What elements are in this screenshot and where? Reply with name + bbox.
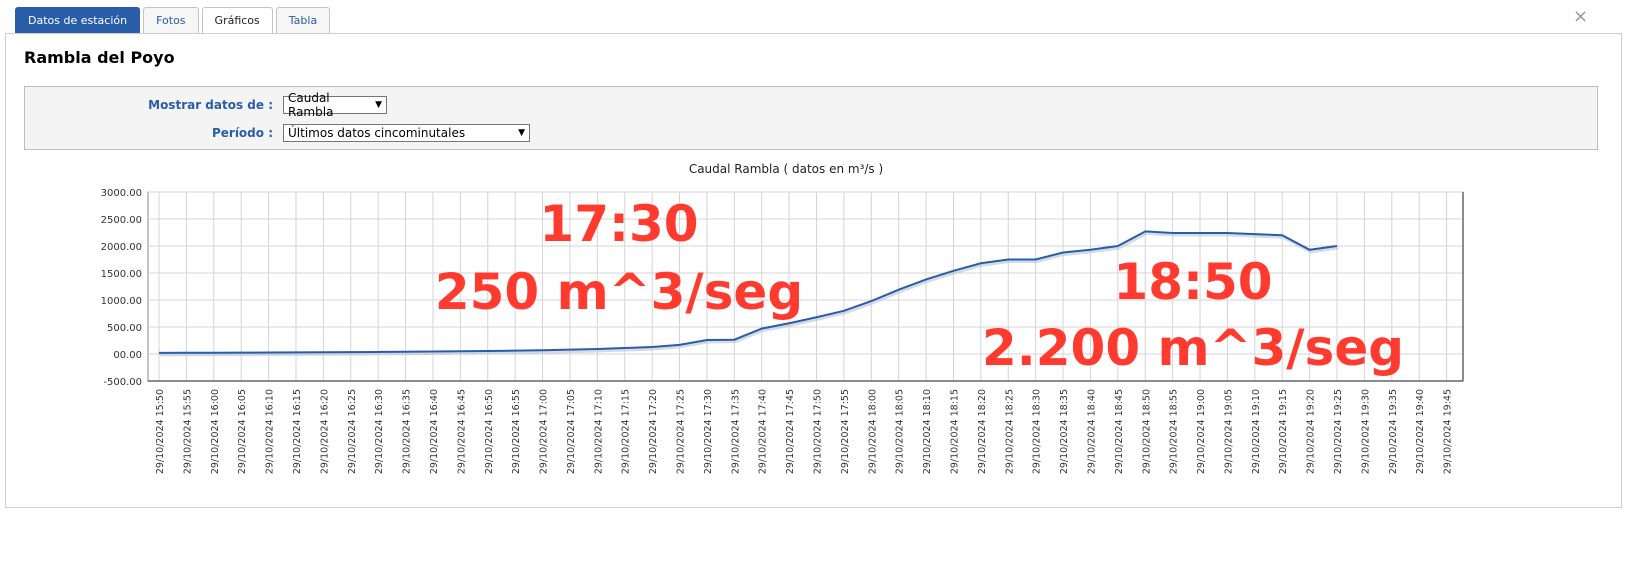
x-tick-label: 29/10/2024 19:00 [1196,389,1207,474]
x-tick-label: 29/10/2024 18:15 [949,389,960,474]
x-tick-label: 29/10/2024 16:25 [347,389,358,474]
x-tick-label: 29/10/2024 15:55 [182,389,193,474]
x-tick-label: 29/10/2024 17:45 [785,389,796,474]
y-tick-label: 1000.00 [101,296,142,307]
x-tick-label: 29/10/2024 16:00 [210,389,221,474]
x-tick-label: 29/10/2024 16:20 [319,389,330,474]
data-select[interactable]: Caudal Rambla ▼ [283,91,387,119]
data-select-value: Caudal Rambla [288,91,334,119]
y-tick-label: 00.00 [113,350,142,361]
x-tick-label: 29/10/2024 18:20 [977,389,988,474]
x-tick-label: 29/10/2024 17:55 [840,389,851,474]
filter-row-period: Período : Últimos datos cincominutales ▼ [25,124,530,142]
x-tick-label: 29/10/2024 17:05 [566,389,577,474]
annotation-value-2: 2.200 m^3/seg [982,319,1404,377]
y-tick-label: 3000.00 [101,188,142,199]
filter-box: Mostrar datos de : Caudal Rambla ▼ Perío… [24,86,1598,150]
chevron-down-icon: ▼ [518,128,525,138]
x-tick-label: 29/10/2024 17:15 [621,389,632,474]
x-tick-label: 29/10/2024 16:40 [429,389,440,474]
x-tick-label: 29/10/2024 17:10 [593,389,604,474]
x-tick-label: 29/10/2024 19:15 [1278,389,1289,474]
x-tick-label: 29/10/2024 19:10 [1251,389,1262,474]
y-tick-label: 500.00 [107,323,142,334]
x-tick-label: 29/10/2024 17:20 [648,389,659,474]
tab-fotos[interactable]: Fotos [143,7,199,34]
x-tick-label: 29/10/2024 16:05 [237,389,248,474]
x-tick-label: 29/10/2024 19:30 [1360,389,1371,474]
x-tick-label: 29/10/2024 16:30 [374,389,385,474]
x-tick-label: 29/10/2024 15:50 [155,389,166,474]
close-icon[interactable]: × [1573,6,1588,27]
y-tick-label: 2500.00 [101,215,142,226]
x-tick-label: 29/10/2024 16:35 [402,389,413,474]
x-tick-label: 29/10/2024 19:45 [1443,389,1454,474]
x-tick-label: 29/10/2024 17:25 [676,389,687,474]
period-select-label: Período : [211,126,273,140]
x-tick-label: 29/10/2024 18:50 [1141,389,1152,474]
chart-title: Caudal Rambla ( datos en m³/s ) [689,162,883,176]
filter-row-data: Mostrar datos de : Caudal Rambla ▼ [25,91,387,119]
tab-bar: Datos de estación Fotos Gráficos Tabla [15,7,331,35]
period-select-value: Últimos datos cincominutales [288,126,466,140]
x-tick-label: 29/10/2024 16:45 [456,389,467,474]
x-tick-label: 29/10/2024 17:00 [539,389,550,474]
x-tick-label: 29/10/2024 16:15 [292,389,303,474]
annotation-time-2: 18:50 [1113,253,1272,311]
y-tick-label: 1500.00 [101,269,142,280]
y-tick-label: -500.00 [103,377,142,388]
x-tick-label: 29/10/2024 18:00 [867,389,878,474]
tab-datos-estacion[interactable]: Datos de estación [15,7,141,34]
annotation-value-1: 250 m^3/seg [435,263,803,321]
x-tick-label: 29/10/2024 16:10 [265,389,276,474]
x-tick-label: 29/10/2024 19:40 [1415,389,1426,474]
y-tick-label: 2000.00 [101,242,142,253]
tab-tabla[interactable]: Tabla [275,7,331,34]
x-tick-label: 29/10/2024 16:50 [484,389,495,474]
line-chart: Caudal Rambla ( datos en m³/s ) -500.00 00… [101,162,1464,474]
x-tick-label: 29/10/2024 17:40 [758,389,769,474]
x-tick-label: 29/10/2024 17:50 [813,389,824,474]
x-tick-label: 29/10/2024 18:10 [922,389,933,474]
x-tick-label: 29/10/2024 18:40 [1086,389,1097,474]
chart-container: Caudal Rambla ( datos en m³/s ) -500.00 00… [6,157,1606,507]
station-title: Rambla del Poyo [24,48,175,67]
x-tick-label: 29/10/2024 17:35 [730,389,741,474]
tab-graficos[interactable]: Gráficos [201,7,273,35]
data-select-label: Mostrar datos de : [148,98,273,112]
x-tick-label: 29/10/2024 18:05 [895,389,906,474]
x-tick-label: 29/10/2024 18:35 [1059,389,1070,474]
x-tick-label: 29/10/2024 19:05 [1223,389,1234,474]
x-tick-label: 29/10/2024 18:55 [1169,389,1180,474]
x-tick-label: 29/10/2024 17:30 [703,389,714,474]
x-tick-label: 29/10/2024 18:45 [1114,389,1125,474]
x-tick-label: 29/10/2024 16:55 [511,389,522,474]
x-tick-label: 29/10/2024 18:30 [1032,389,1043,474]
x-tick-label: 29/10/2024 19:20 [1306,389,1317,474]
chevron-down-icon: ▼ [375,100,382,110]
x-tick-label: 29/10/2024 19:25 [1333,389,1344,474]
x-tick-label: 29/10/2024 19:35 [1388,389,1399,474]
content-panel: Rambla del Poyo Mostrar datos de : Cauda… [5,33,1622,508]
annotation-time-1: 17:30 [539,195,698,253]
x-tick-label: 29/10/2024 18:25 [1004,389,1015,474]
period-select[interactable]: Últimos datos cincominutales ▼ [283,124,530,142]
